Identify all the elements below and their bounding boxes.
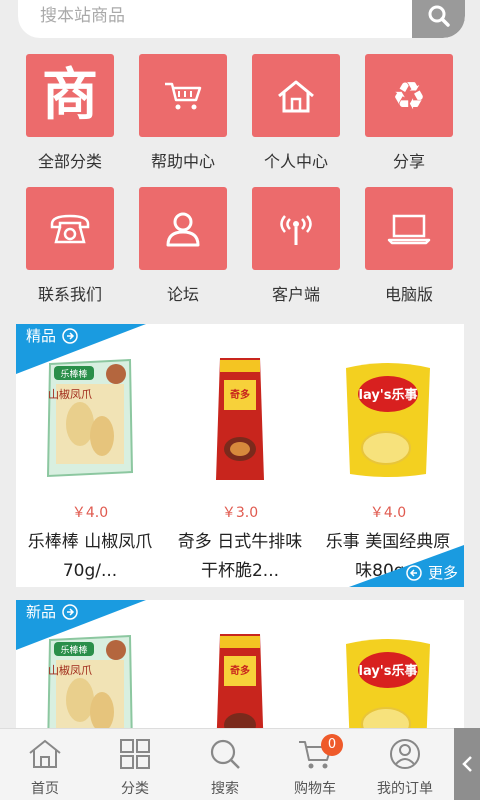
side-toggle-button[interactable] (454, 728, 480, 800)
menu-label: 个人中心 (263, 152, 328, 171)
arrow-right-circle-icon (62, 327, 78, 344)
arrow-left-circle-icon (406, 564, 422, 581)
menu-label: 全部分类 (37, 152, 102, 171)
product-brand-text: 乐棒棒 (60, 644, 87, 656)
product-price: ￥4.0 (369, 505, 407, 521)
product-brand-text: 奇多 (230, 664, 250, 677)
nav-categories[interactable]: 分类 (90, 729, 180, 800)
product-image: lay's乐事 (346, 363, 430, 477)
product-brand-text: lay's乐事 (358, 387, 417, 403)
menu-tile (252, 54, 340, 137)
cart-count-badge: 0 (321, 734, 343, 756)
product-name: 奇多 日式牛排味干杯脆2... (177, 532, 303, 581)
menu-label: 帮助中心 (150, 152, 215, 171)
menu-label: 联系我们 (37, 285, 102, 304)
signal-tower-icon (280, 214, 312, 245)
chevron-left-icon (462, 756, 472, 772)
menu-label: 电脑版 (384, 285, 433, 304)
product-title-text: 山椒凤爪 (48, 663, 92, 677)
section-tag-label: 新品 (26, 603, 57, 621)
nav-label: 我的订单 (377, 781, 433, 797)
section-tag[interactable]: 精品 (26, 325, 78, 346)
search-icon (428, 5, 450, 27)
menu-tile (252, 187, 340, 270)
telephone-icon (50, 214, 90, 243)
menu-tile (139, 187, 227, 270)
nav-my-orders[interactable]: 我的订单 (360, 729, 450, 800)
nav-label: 分类 (121, 781, 149, 797)
search-button[interactable] (412, 0, 465, 38)
menu-item-personal-center[interactable]: 个人中心 (246, 54, 346, 172)
menu-item-desktop-version[interactable]: 电脑版 (359, 187, 459, 305)
menu-tile (26, 187, 114, 270)
search-nav-icon (210, 739, 240, 769)
menu-item-forum[interactable]: 论坛 (133, 187, 233, 305)
menu-label: 论坛 (166, 285, 199, 304)
home-icon (278, 80, 314, 112)
arrow-right-circle-icon (62, 603, 78, 620)
more-button[interactable]: 更多 (406, 562, 458, 583)
menu-tile: ♻ (365, 54, 453, 137)
shop-logo-icon: 商 (42, 62, 98, 128)
section-tag-label: 精品 (26, 327, 57, 345)
menu-item-share[interactable]: ♻ 分享 (359, 54, 459, 172)
nav-label: 搜索 (211, 781, 239, 797)
product-title-text: 山椒凤爪 (48, 387, 92, 401)
user-icon (166, 212, 200, 246)
product-price: ￥3.0 (221, 505, 259, 521)
product-brand-text: lay's乐事 (358, 663, 417, 679)
nav-cart[interactable]: 0 购物车 (270, 729, 360, 800)
product-price: ￥4.0 (71, 505, 109, 521)
product-image: 奇多 (216, 358, 264, 480)
menu-item-all-categories[interactable]: 商 全部分类 (20, 54, 120, 172)
menu-item-contact-us[interactable]: 联系我们 (20, 187, 120, 305)
menu-tile (139, 54, 227, 137)
menu-item-client[interactable]: 客户端 (246, 187, 346, 305)
recycle-share-icon: ♻ (391, 73, 427, 118)
menu-item-help-center[interactable]: 帮助中心 (133, 54, 233, 172)
nav-label: 购物车 (294, 781, 336, 797)
home-nav-icon (29, 739, 61, 768)
product-name: 乐棒棒 山椒凤爪70g/... (27, 532, 153, 581)
bottom-nav: 首页 分类 搜索 0 购物车 我的订单 (0, 728, 480, 800)
more-label: 更多 (427, 564, 458, 582)
nav-search[interactable]: 搜索 (180, 729, 270, 800)
section-tag[interactable]: 新品 (26, 601, 78, 622)
menu-tile: 商 (26, 54, 114, 137)
menu-tile (365, 187, 453, 270)
product-brand-text: 乐棒棒 (60, 368, 87, 380)
product-brand-text: 奇多 (230, 388, 250, 401)
user-nav-icon (390, 739, 420, 769)
menu-label: 分享 (392, 152, 425, 171)
grid-nav-icon (120, 739, 150, 769)
product-image: 乐棒棒 山椒凤爪 (46, 358, 134, 478)
nav-home[interactable]: 首页 (0, 729, 90, 800)
search-input[interactable] (18, 0, 413, 38)
featured-products-section: 精品 乐棒棒 山椒凤爪 ￥4.0 乐棒棒 山椒凤爪70g/... 奇多 ￥3.0… (16, 324, 464, 587)
nav-label: 首页 (31, 781, 59, 797)
menu-label: 客户端 (271, 285, 320, 304)
search-bar (18, 0, 465, 38)
product-item[interactable]: 奇多 ￥3.0 奇多 日式牛排味干杯脆2... (166, 354, 314, 586)
product-item[interactable]: 乐棒棒 山椒凤爪 ￥4.0 乐棒棒 山椒凤爪70g/... (16, 354, 164, 586)
laptop-icon (387, 214, 431, 244)
cart-icon (165, 82, 202, 109)
